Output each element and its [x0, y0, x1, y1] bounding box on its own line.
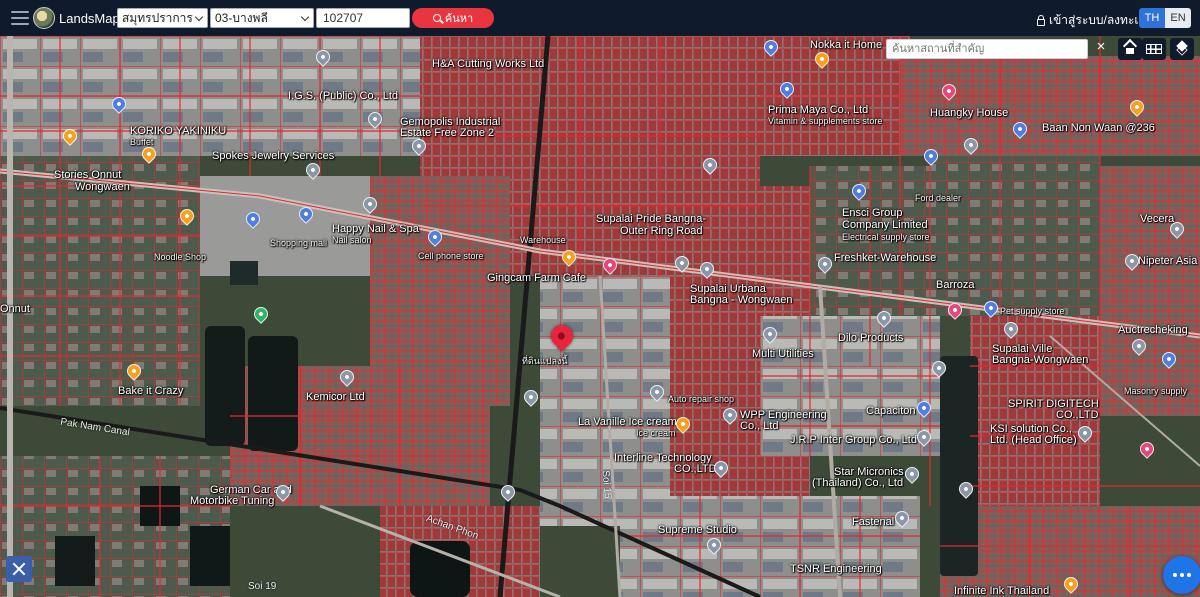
place-label-category: Ford dealer	[915, 193, 962, 203]
lock-icon	[1037, 14, 1045, 26]
place-label-category: Buffet	[130, 137, 154, 147]
map-canvas[interactable]	[0, 36, 1200, 597]
clear-search-icon[interactable]: ×	[1094, 38, 1108, 56]
satellite-map[interactable]: Pak Nam Canal Achan Phon Soi 19 Soi 15 N…	[0, 36, 1200, 597]
place-label[interactable]: Supreme Studio	[658, 524, 737, 536]
place-label[interactable]: Motorbike Tuning	[190, 495, 274, 507]
place-label[interactable]: Spokes Jewelry Services	[212, 150, 334, 162]
dot-icon	[1173, 573, 1177, 577]
place-label[interactable]: Auctrecheking	[1118, 324, 1188, 336]
place-label[interactable]: Prima Maya Co., Ltd	[768, 104, 868, 116]
place-label-category: Warehouse	[520, 235, 566, 245]
place-label[interactable]: Bangna-Wongwaen	[992, 354, 1088, 366]
place-label-category: Pet supply store	[1000, 306, 1065, 316]
place-label[interactable]: Barroza	[936, 279, 975, 291]
place-label[interactable]: H&A Cutting Works Ltd	[432, 58, 544, 70]
search-button-label: ค้นหา	[444, 13, 474, 25]
place-label[interactable]: Bake it Crazy	[118, 385, 183, 397]
place-label[interactable]: CO.,LTD	[674, 463, 717, 475]
place-label-category: Masonry supply	[1124, 386, 1188, 396]
place-label[interactable]: Huangky House	[930, 107, 1008, 119]
landsmaps-logo[interactable]	[33, 7, 55, 29]
place-label[interactable]: Baan Non Waan @236	[1042, 122, 1155, 134]
province-select-value: สมุทรปราการ	[122, 10, 193, 25]
place-label-category: Vitamin & supplements store	[768, 116, 883, 126]
layers-button[interactable]	[1170, 38, 1194, 60]
place-label-category: Noodle Shop	[154, 252, 207, 262]
search-icon	[432, 14, 441, 22]
layers-icon	[1176, 40, 1188, 56]
search-button[interactable]: ค้นหา	[412, 8, 494, 28]
place-search-input[interactable]	[886, 39, 1088, 59]
province-select[interactable]: สมุทรปราการ	[117, 8, 208, 28]
place-label-category: Electrical supply store	[842, 232, 930, 242]
place-label[interactable]: Onnut	[0, 303, 30, 315]
place-label[interactable]: Ensci Group	[842, 207, 903, 219]
place-label-category: Ice cream	[636, 428, 676, 438]
place-label[interactable]: Vecera	[1140, 213, 1174, 225]
district-select-value: 03-บางพลี	[215, 10, 268, 25]
landsmaps-app: LandsMaps สมุทรปราการ 03-บางพลี ค้นหา เข…	[0, 0, 1200, 597]
place-label-category: Cell phone store	[418, 251, 484, 261]
place-label[interactable]: Bangna - Wongwaen	[690, 294, 793, 306]
tools-button[interactable]	[6, 556, 32, 582]
home-button[interactable]	[1118, 38, 1142, 60]
chevron-down-icon	[194, 12, 204, 22]
place-label[interactable]: Ltd. (Head Office)	[990, 434, 1077, 446]
lang-th-button[interactable]: TH	[1139, 8, 1165, 28]
parcel-code-input[interactable]	[316, 8, 410, 28]
selected-parcel-label: ที่ดินแปลงนี้	[522, 356, 568, 366]
place-label[interactable]: (Thailand) Co., Ltd	[812, 477, 903, 489]
home-icon	[1124, 44, 1136, 55]
place-label[interactable]: La Vanille Ice cream	[578, 416, 677, 428]
place-label[interactable]: Dilo Products	[838, 332, 903, 344]
chevron-down-icon	[300, 12, 310, 22]
parcel-grid-button[interactable]	[1142, 38, 1166, 60]
place-label[interactable]: J.R.P Inter Group Co., Ltd	[790, 434, 917, 446]
place-label[interactable]: KORIKO YAKINIKU	[130, 125, 226, 137]
road-label-soi-15: Soi 15	[599, 469, 613, 500]
place-label[interactable]: Infinite Ink Thailand	[954, 585, 1049, 597]
place-label-category: Nail salon	[332, 235, 372, 245]
brand-name: LandsMaps	[59, 10, 127, 26]
menu-icon[interactable]	[11, 11, 29, 25]
place-label[interactable]: Kemicor Ltd	[306, 391, 365, 403]
place-label[interactable]: Nokka it Home	[810, 39, 882, 51]
grid-icon	[1146, 44, 1162, 54]
place-label[interactable]: Capaciton	[866, 405, 916, 417]
place-label[interactable]: Co., Ltd	[740, 420, 779, 432]
district-select[interactable]: 03-บางพลี	[210, 8, 314, 28]
place-label[interactable]: TSNR Engineering	[790, 563, 882, 575]
lang-en-button[interactable]: EN	[1165, 8, 1191, 28]
place-label[interactable]: Gingcam Farm Cafe	[487, 272, 586, 284]
place-label[interactable]: CO.,LTD	[1056, 409, 1099, 421]
place-label[interactable]: Freshket-Warehouse	[834, 252, 936, 264]
place-label[interactable]: Stories Onnut	[54, 169, 121, 181]
language-switch: TH EN	[1139, 8, 1191, 28]
place-label[interactable]: I.G.S. (Public) Co., Ltd	[288, 90, 398, 102]
place-label[interactable]: Company Limited	[842, 219, 928, 231]
place-label[interactable]: Wongwaen	[75, 181, 130, 193]
more-options-button[interactable]	[1163, 556, 1200, 594]
top-navbar: LandsMaps สมุทรปราการ 03-บางพลี ค้นหา เข…	[0, 0, 1200, 36]
place-label-category: Auto repair shop	[668, 394, 735, 404]
place-label[interactable]: Happy Nail & Spa	[332, 223, 419, 235]
place-label[interactable]: Nipeter Asia	[1138, 255, 1197, 267]
place-label[interactable]: Multi Utilities	[752, 348, 814, 360]
place-label[interactable]: Estate Free Zone 2	[400, 127, 494, 139]
place-label[interactable]: Fastenal	[852, 516, 894, 528]
road-label-soi-19: Soi 19	[248, 581, 277, 592]
place-label-category: Shopping mall	[270, 238, 328, 248]
place-label[interactable]: Supalai Pride Bangna-	[596, 213, 706, 225]
place-label[interactable]: Outer Ring Road	[620, 225, 703, 237]
